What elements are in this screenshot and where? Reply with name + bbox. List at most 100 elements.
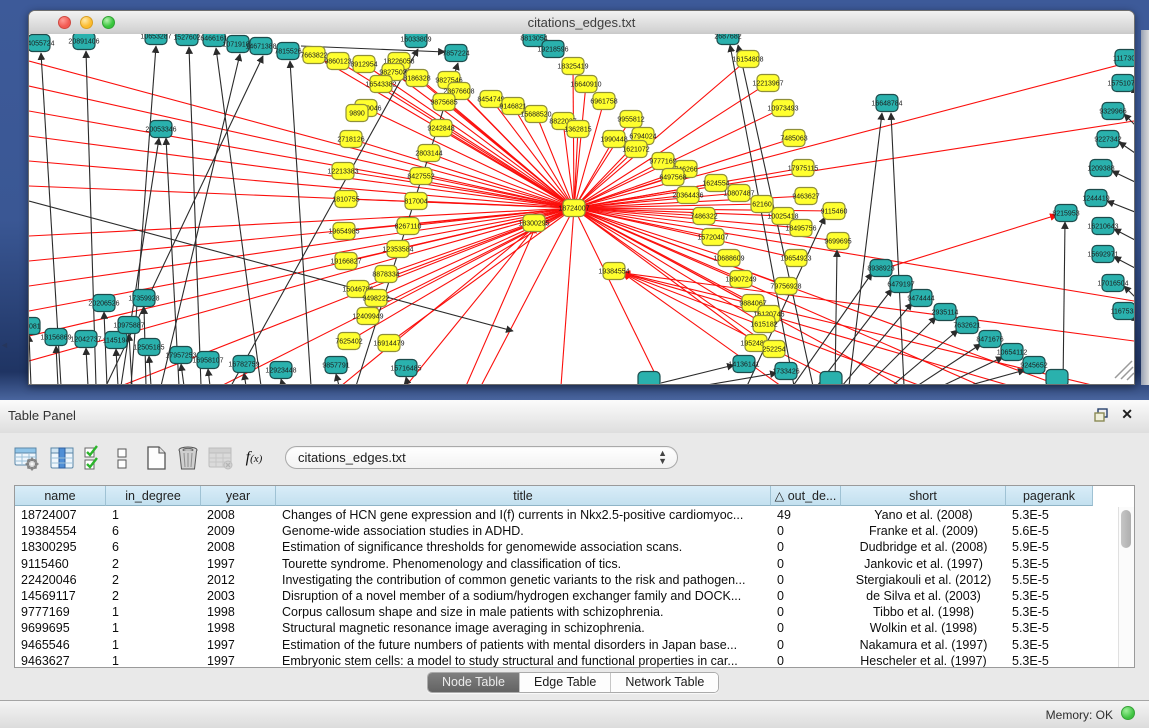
graph-node[interactable]: 8878334 — [372, 266, 399, 283]
graph-node[interactable]: 14055724 — [29, 35, 55, 52]
graph-node[interactable]: 6479197 — [887, 276, 914, 293]
graph-edge[interactable] — [1124, 286, 1134, 297]
tab-node-table[interactable]: Node Table — [428, 673, 520, 692]
graph-node[interactable]: 79756928 — [770, 278, 801, 295]
table-row[interactable]: 1938455462009Genome-wide association stu… — [15, 523, 1119, 539]
graph-edge[interactable] — [181, 364, 184, 385]
graph-edge[interactable] — [149, 356, 151, 385]
graph-edge[interactable] — [336, 374, 339, 385]
graph-edge[interactable] — [221, 208, 574, 385]
graph-edge[interactable] — [481, 208, 574, 385]
graph-edge[interactable] — [161, 54, 240, 385]
graph-node[interactable]: 8427552 — [407, 168, 434, 185]
graph-node[interactable]: 7485063 — [780, 130, 807, 147]
graph-node[interactable]: 1167533 — [1111, 303, 1134, 320]
graph-edge[interactable] — [561, 208, 574, 385]
graph-node[interactable]: 9955812 — [617, 111, 644, 128]
graph-edge[interactable] — [406, 377, 408, 385]
graph-node[interactable]: 19654985 — [328, 223, 359, 240]
graph-node[interactable]: 62160 — [751, 196, 773, 213]
graph-node[interactable]: 9245652 — [1020, 357, 1047, 374]
graph-edge[interactable] — [129, 334, 132, 385]
graph-node[interactable]: 10973493 — [767, 100, 798, 117]
table-row[interactable]: 969969511998Structural magnetic resonanc… — [15, 620, 1119, 636]
graph-node[interactable]: 17359928 — [128, 290, 159, 307]
graph-node[interactable]: 12353584 — [382, 241, 413, 258]
graph-node[interactable]: 1527602 — [173, 34, 200, 46]
graph-node[interactable]: 8912954 — [350, 56, 377, 73]
column-header-pagerank[interactable]: pagerank — [1006, 486, 1093, 506]
network-window[interactable]: citations_edges.txt 18724007183002951938… — [28, 10, 1135, 385]
graph-node[interactable]: 6497568 — [659, 169, 686, 186]
graph-edge[interactable] — [701, 373, 777, 385]
graph-node[interactable]: 16914479 — [373, 335, 404, 352]
graph-node[interactable]: 10688609 — [713, 250, 744, 267]
graph-node[interactable]: 16033809 — [400, 34, 431, 48]
graph-node[interactable]: 18495756 — [785, 220, 816, 237]
graph-edge[interactable] — [891, 113, 904, 385]
graph-node[interactable]: 1244419 — [1082, 190, 1109, 207]
graph-edge[interactable] — [466, 226, 536, 385]
graph-node[interactable]: 1990448 — [600, 131, 627, 148]
graph-node[interactable]: 15692971 — [1087, 246, 1118, 263]
column-header-out_de[interactable]: △ out_de... — [771, 486, 841, 506]
table-row[interactable]: 1830029562008Estimation of significance … — [15, 539, 1119, 555]
graph-node[interactable] — [820, 372, 842, 386]
graph-node[interactable]: 6961758 — [590, 93, 617, 110]
graph-node[interactable]: 1362815 — [564, 121, 591, 138]
network-selector[interactable]: citations_edges.txt ▲▼ — [285, 446, 678, 469]
graph-node[interactable]: 8938923 — [867, 260, 894, 277]
graph-edge[interactable] — [967, 370, 1025, 385]
graph-node[interactable]: 12505185 — [133, 339, 164, 356]
graph-node[interactable]: 20053346 — [145, 121, 176, 138]
graph-node[interactable]: 8267110 — [395, 218, 422, 235]
graph-edge[interactable] — [1124, 114, 1134, 125]
graph-edge[interactable] — [1107, 201, 1134, 212]
graph-edge[interactable] — [131, 46, 156, 385]
graph-edge[interactable] — [1114, 229, 1134, 240]
graph-node[interactable]: 10654112 — [997, 344, 1028, 361]
graph-node[interactable]: 9875685 — [430, 94, 457, 111]
graph-edge[interactable] — [104, 312, 107, 385]
graph-node[interactable]: 12042737 — [70, 331, 101, 348]
graph-node[interactable]: 15716485 — [390, 360, 421, 377]
show-columns-button[interactable] — [48, 443, 76, 473]
graph-node[interactable]: 18907249 — [725, 271, 756, 288]
resize-grip-icon[interactable] — [1115, 361, 1134, 380]
table-vertical-scrollbar[interactable] — [1118, 507, 1134, 667]
graph-edge[interactable] — [1119, 142, 1134, 153]
table-mode-button[interactable] — [12, 443, 40, 473]
graph-node[interactable]: 18724007 — [558, 200, 589, 217]
graph-node[interactable]: 20364436 — [672, 187, 703, 204]
graph-edge[interactable] — [208, 369, 210, 385]
graph-node[interactable]: 19166827 — [330, 253, 361, 270]
graph-node[interactable]: 7857224 — [442, 45, 469, 62]
graph-node[interactable]: 16958107 — [192, 352, 223, 369]
graph-edge[interactable] — [883, 215, 1057, 269]
graph-edge[interactable] — [1114, 257, 1134, 268]
graph-node[interactable]: 7625402 — [335, 333, 362, 350]
graph-node[interactable]: 9857791 — [322, 357, 349, 374]
graph-edge[interactable] — [917, 344, 981, 385]
scrollbar-thumb[interactable] — [1121, 510, 1131, 548]
graph-node[interactable]: 12213967 — [752, 75, 783, 92]
graph-node[interactable]: 7632621 — [953, 317, 980, 334]
tab-edge-table[interactable]: Edge Table — [520, 673, 611, 692]
graph-node[interactable]: 16648784 — [871, 95, 902, 112]
graph-node[interactable]: 20891406 — [68, 34, 99, 50]
graph-node[interactable]: 2803144 — [415, 145, 442, 162]
graph-node[interactable]: 2935114 — [932, 304, 959, 321]
table-row[interactable]: 911546021997Tourette syndrome. Phenomeno… — [15, 556, 1119, 572]
graph-node[interactable]: 9329966 — [1099, 103, 1126, 120]
graph-edge[interactable] — [574, 208, 1134, 301]
graph-node[interactable]: 10653287 — [140, 34, 171, 45]
graph-node[interactable]: 12923448 — [265, 362, 296, 379]
graph-edge[interactable] — [56, 346, 58, 385]
graph-node[interactable]: 9699695 — [824, 233, 851, 250]
column-header-year[interactable]: year — [201, 486, 276, 506]
graph-node[interactable]: 252254 — [762, 341, 785, 358]
graph-node[interactable]: 9890 — [346, 105, 368, 122]
graph-node[interactable]: 7486322 — [690, 208, 717, 225]
graph-node[interactable]: 13156869 — [40, 329, 71, 346]
tab-network-table[interactable]: Network Table — [611, 673, 718, 692]
